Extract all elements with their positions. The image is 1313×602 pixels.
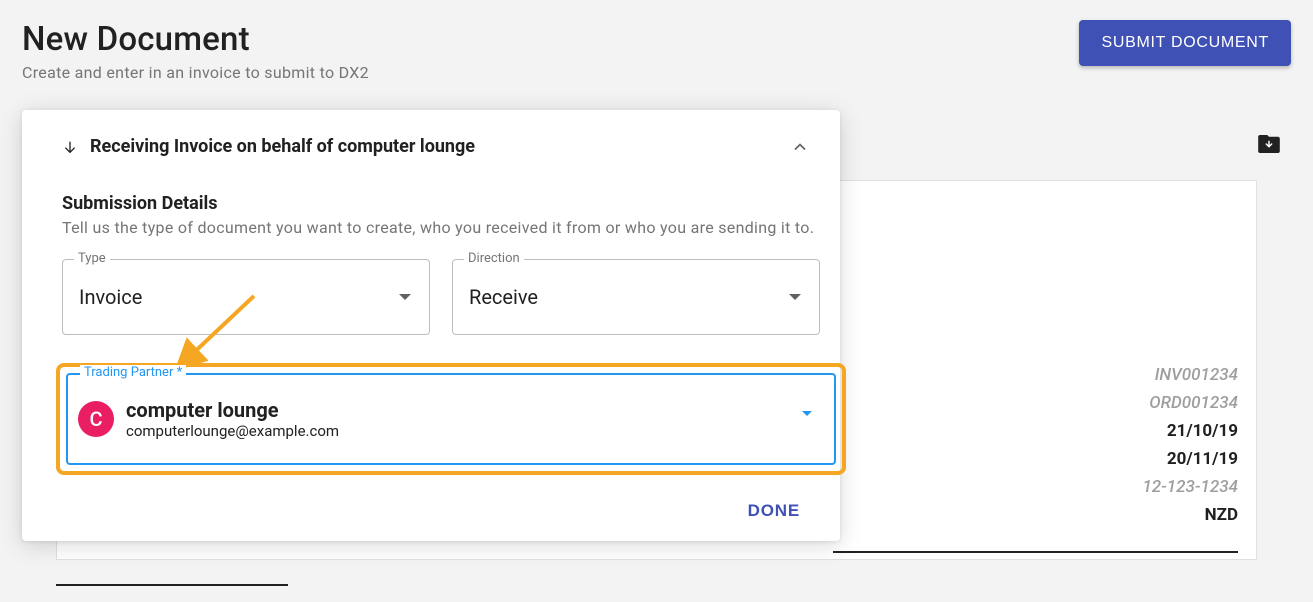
type-select[interactable]: Invoice: [62, 259, 430, 335]
type-value: Invoice: [79, 285, 142, 309]
submit-document-button[interactable]: SUBMIT DOCUMENT: [1079, 20, 1291, 66]
direction-label: Direction: [464, 251, 524, 266]
dropdown-triangle-icon: [802, 411, 812, 416]
download-folder-icon[interactable]: [1258, 135, 1280, 157]
dropdown-triangle-icon: [399, 294, 411, 300]
page-subtitle: Create and enter in an invoice to submit…: [22, 63, 369, 82]
partner-name: computer lounge: [126, 398, 339, 422]
invoice-date: 21/10/19: [1142, 417, 1238, 445]
invoice-values: INV001234 ORD001234 21/10/19 20/11/19 12…: [1142, 361, 1238, 529]
order-number: ORD001234: [1142, 389, 1238, 417]
section-description: Tell us the type of document you want to…: [62, 218, 820, 237]
trading-partner-select[interactable]: Trading Partner * C computer lounge comp…: [66, 373, 836, 465]
direction-select[interactable]: Receive: [452, 259, 820, 335]
panel-header-title: Receiving Invoice on behalf of computer …: [90, 136, 475, 157]
form-row: Type Invoice Direction Receive: [62, 259, 820, 335]
partner-email: computerlounge@example.com: [126, 422, 339, 440]
page-title: New Document: [22, 20, 369, 59]
done-button[interactable]: DONE: [748, 501, 800, 521]
arrow-down-icon: [62, 139, 78, 155]
partner-text: computer lounge computerlounge@example.c…: [126, 398, 339, 440]
panel-header[interactable]: Receiving Invoice on behalf of computer …: [42, 136, 820, 157]
page-header: New Document Create and enter in an invo…: [0, 0, 1313, 82]
section-title: Submission Details: [62, 193, 820, 214]
direction-field: Direction Receive: [452, 259, 820, 335]
partner-avatar: C: [78, 401, 114, 437]
due-date: 20/11/19: [1142, 445, 1238, 473]
invoice-divider: [833, 551, 1238, 553]
type-field: Type Invoice: [62, 259, 430, 335]
panel-actions: DONE: [42, 475, 820, 521]
trading-partner-highlight: Trading Partner * C computer lounge comp…: [56, 363, 846, 475]
invoice-number: INV001234: [1142, 361, 1238, 389]
type-label: Type: [74, 251, 110, 266]
currency: NZD: [1142, 501, 1238, 529]
trading-partner-label: Trading Partner *: [80, 365, 186, 380]
panel-header-left: Receiving Invoice on behalf of computer …: [62, 136, 475, 157]
bottom-accent-line: [56, 584, 288, 586]
phone-number: 12-123-1234: [1142, 473, 1238, 501]
chevron-up-icon[interactable]: [790, 137, 810, 157]
submission-panel: Receiving Invoice on behalf of computer …: [22, 110, 840, 541]
title-block: New Document Create and enter in an invo…: [22, 20, 369, 82]
dropdown-triangle-icon: [789, 294, 801, 300]
direction-value: Receive: [469, 285, 538, 309]
